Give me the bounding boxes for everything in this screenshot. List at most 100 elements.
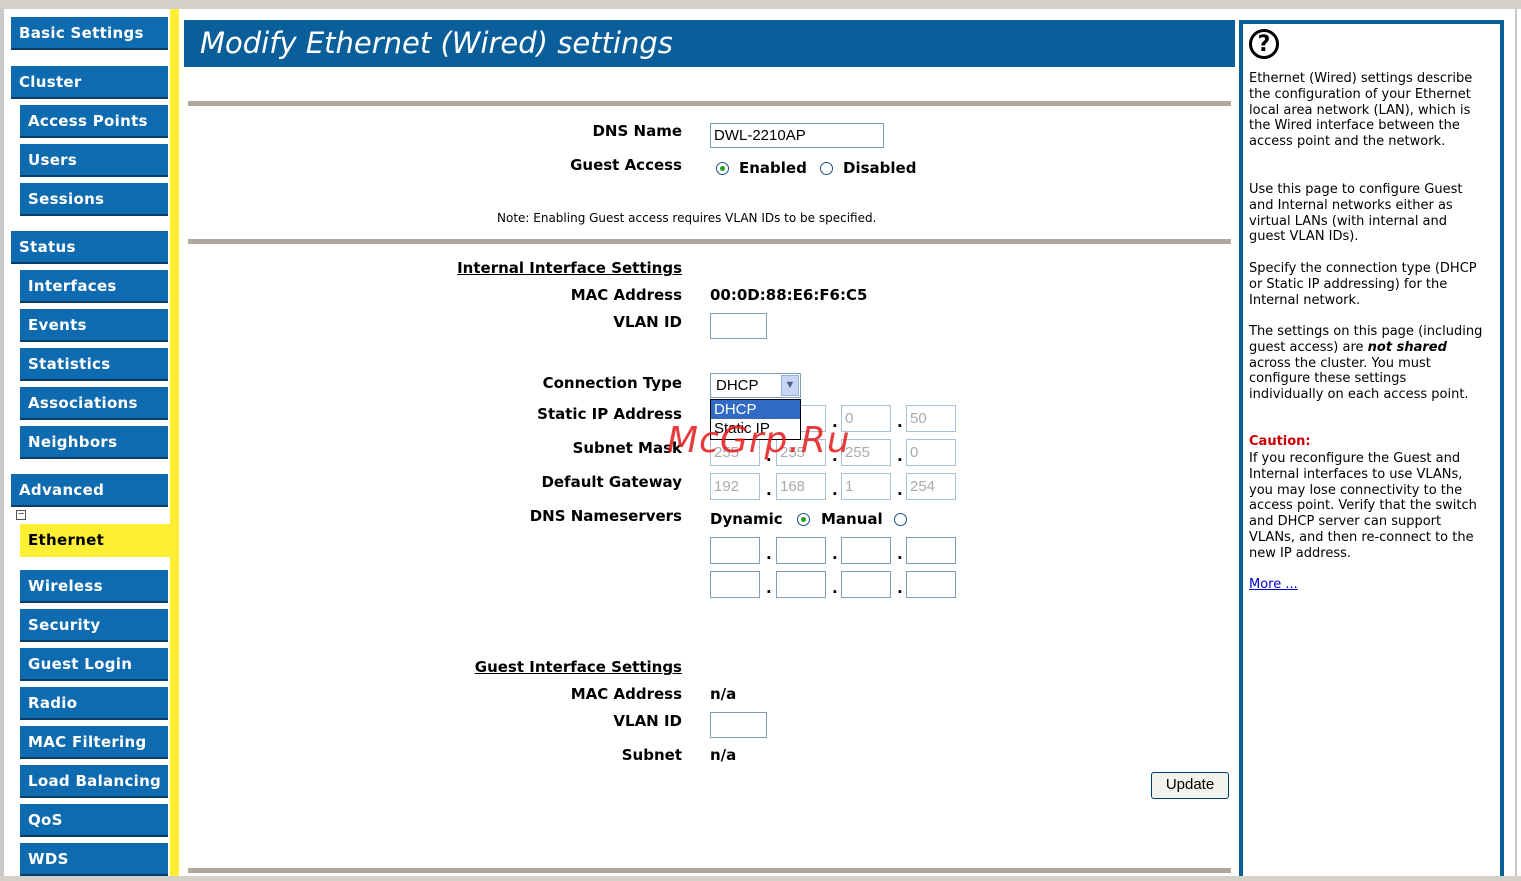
guest-vlan-input[interactable] — [710, 712, 767, 738]
sidebar-item-access-points[interactable]: Access Points — [20, 105, 168, 138]
guest-access-label: Guest Access — [570, 156, 682, 174]
help-question-icon: ? — [1249, 29, 1279, 59]
guest-access-enabled-label: Enabled — [739, 159, 807, 177]
help-paragraph-1: Ethernet (Wired) settings describe the c… — [1249, 71, 1473, 150]
gateway-octet-4[interactable] — [906, 473, 956, 500]
connection-type-label: Connection Type — [542, 374, 682, 392]
ip-dot: . — [766, 579, 772, 597]
right-gutter — [1504, 9, 1521, 876]
ip-dot: . — [897, 413, 903, 431]
help-caution-text: If you reconfigure the Guest and Interna… — [1249, 451, 1477, 561]
guest-mac-value: n/a — [710, 685, 737, 703]
dns1-octet-1[interactable] — [710, 537, 760, 564]
help-caution-title: Caution: — [1249, 434, 1311, 449]
ip-dot: . — [897, 545, 903, 563]
watermark: McGrp.Ru — [667, 420, 851, 461]
guest-vlan-label: VLAN ID — [613, 712, 682, 730]
connection-type-option-dhcp[interactable]: DHCP — [711, 400, 800, 419]
dns2-octet-1[interactable] — [710, 571, 760, 598]
ip-dot: . — [766, 481, 772, 499]
help-paragraph-4: The settings on this page (including gue… — [1249, 324, 1483, 403]
divider — [188, 101, 1231, 106]
sidebar-item-interfaces[interactable]: Interfaces — [20, 270, 168, 303]
ip-dot: . — [832, 481, 838, 499]
dns-name-input[interactable] — [710, 123, 884, 148]
subnet-mask-octet-4[interactable] — [906, 439, 956, 466]
sidebar-item-users[interactable]: Users — [20, 144, 168, 177]
dns1-octet-3[interactable] — [841, 537, 891, 564]
dns-nameservers-label: DNS Nameservers — [529, 507, 682, 525]
internal-vlan-label: VLAN ID — [613, 313, 682, 331]
sidebar-item-events[interactable]: Events — [20, 309, 168, 342]
guest-access-enabled-radio[interactable] — [716, 162, 729, 175]
dns2-octet-3[interactable] — [841, 571, 891, 598]
internal-vlan-input[interactable] — [710, 313, 767, 339]
sidebar-item-radio[interactable]: Radio — [20, 687, 168, 720]
dns1-octet-4[interactable] — [906, 537, 956, 564]
static-ip-label: Static IP Address — [537, 405, 682, 423]
dns-dynamic-radio[interactable] — [797, 513, 810, 526]
help-paragraph-2: Use this page to configure Guest and Int… — [1249, 182, 1463, 245]
sidebar-item-guest-login[interactable]: Guest Login — [20, 648, 168, 681]
sidebar-item-statistics[interactable]: Statistics — [20, 348, 168, 381]
sidebar-item-ethernet[interactable]: Ethernet — [20, 524, 170, 557]
page-title: Modify Ethernet (Wired) settings — [200, 26, 673, 60]
sidebar-item-basic-settings[interactable]: Basic Settings — [11, 17, 168, 50]
sidebar-item-advanced[interactable]: Advanced — [11, 474, 168, 507]
sidebar-item-status[interactable]: Status — [11, 231, 168, 264]
sidebar-item-load-balancing[interactable]: Load Balancing — [20, 765, 168, 798]
guest-access-note: Note: Enabling Guest access requires VLA… — [497, 211, 877, 225]
dns-manual-radio[interactable] — [894, 513, 907, 526]
divider — [188, 239, 1231, 244]
sidebar-item-security[interactable]: Security — [20, 609, 168, 642]
ip-dot: . — [897, 579, 903, 597]
ip-dot: . — [897, 447, 903, 465]
gateway-octet-3[interactable] — [841, 473, 891, 500]
divider — [188, 868, 1231, 873]
ip-dot: . — [897, 481, 903, 499]
top-frame-strip — [0, 0, 1521, 9]
sidebar-item-qos[interactable]: QoS — [20, 804, 168, 837]
update-button[interactable]: Update — [1151, 772, 1229, 799]
dns2-octet-4[interactable] — [906, 571, 956, 598]
dns-manual-label: Manual — [821, 510, 883, 528]
sidebar-item-mac-filtering[interactable]: MAC Filtering — [20, 726, 168, 759]
guest-access-disabled-radio[interactable] — [820, 162, 833, 175]
ip-dot: . — [832, 545, 838, 563]
help-paragraph-3: Specify the connection type (DHCP or Sta… — [1249, 261, 1477, 308]
help-more-link[interactable]: More ... — [1249, 577, 1298, 592]
bottom-frame-strip — [0, 876, 1521, 881]
sidebar-accent-bar — [170, 9, 179, 876]
static-ip-octet-4[interactable] — [906, 405, 956, 432]
ip-dot: . — [766, 545, 772, 563]
subnet-mask-label: Subnet Mask — [572, 439, 682, 457]
gateway-octet-2[interactable] — [776, 473, 826, 500]
chevron-down-icon[interactable]: ▼ — [781, 375, 799, 396]
guest-interface-section-title: Guest Interface Settings — [474, 658, 682, 676]
guest-subnet-label: Subnet — [621, 746, 682, 764]
sidebar-item-wds[interactable]: WDS — [20, 843, 168, 876]
gateway-octet-1[interactable] — [710, 473, 760, 500]
sidebar-item-cluster[interactable]: Cluster — [11, 66, 168, 99]
connection-type-select[interactable]: DHCP ▼ — [710, 373, 801, 398]
dns2-octet-2[interactable] — [776, 571, 826, 598]
internal-mac-label: MAC Address — [570, 286, 682, 304]
help-p4-text-c: across the cluster. You must configure t… — [1249, 355, 1469, 403]
connection-type-selected: DHCP — [716, 377, 759, 394]
internal-interface-section-title: Internal Interface Settings — [457, 259, 682, 277]
sidebar-item-sessions[interactable]: Sessions — [20, 183, 168, 216]
default-gateway-label: Default Gateway — [541, 473, 682, 491]
ip-dot: . — [832, 579, 838, 597]
sidebar-item-associations[interactable]: Associations — [20, 387, 168, 420]
dns-dynamic-label: Dynamic — [710, 510, 783, 528]
sidebar-item-neighbors[interactable]: Neighbors — [20, 426, 168, 459]
dns-name-label: DNS Name — [592, 122, 682, 140]
sidebar-item-wireless[interactable]: Wireless — [20, 570, 168, 603]
guest-mac-label: MAC Address — [570, 685, 682, 703]
collapse-minus-icon[interactable]: − — [16, 510, 26, 520]
right-frame-edge — [1515, 9, 1517, 876]
help-p4-text-a: The settings on this page (including gue… — [1249, 324, 1483, 355]
dns1-octet-2[interactable] — [776, 537, 826, 564]
guest-subnet-value: n/a — [710, 746, 737, 764]
internal-mac-value: 00:0D:88:E6:F6:C5 — [710, 286, 868, 304]
